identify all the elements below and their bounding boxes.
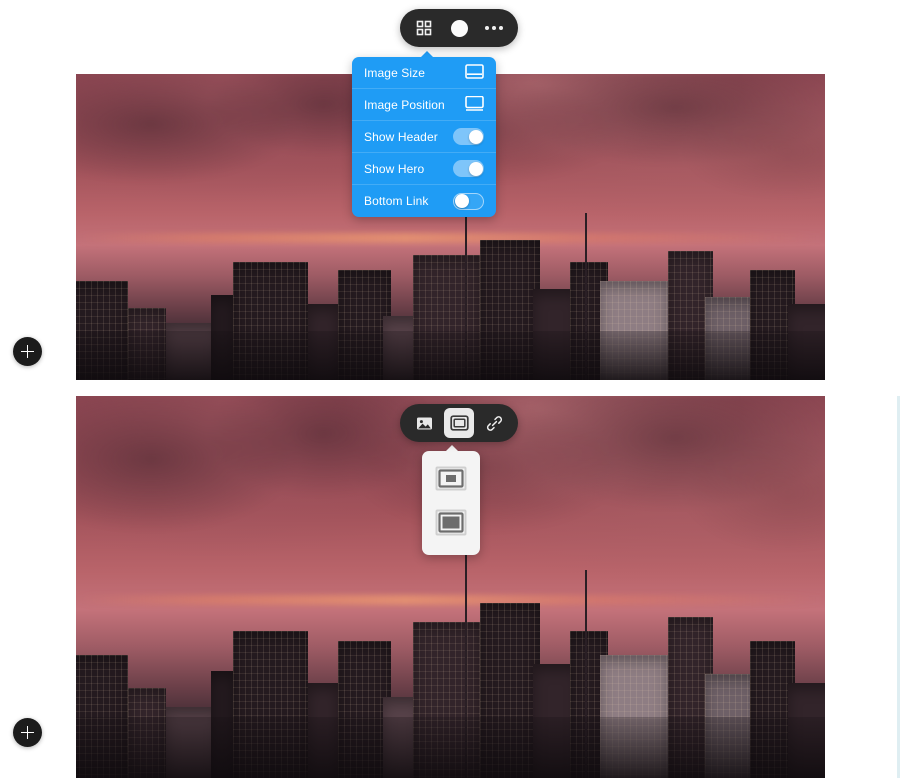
menu-item-show-header[interactable]: Show Header (352, 121, 496, 153)
foreground-shadow (76, 716, 825, 778)
more-icon (485, 26, 503, 30)
image-position-icon[interactable] (465, 95, 484, 114)
add-section-button-bottom[interactable] (13, 718, 42, 747)
image-size-icon[interactable] (465, 63, 484, 82)
more-icon-button[interactable] (479, 13, 509, 43)
menu-item-label: Image Size (364, 65, 426, 80)
builder-canvas: Image Size Image Position Show Header Sh… (0, 0, 900, 778)
menu-item-label: Bottom Link (364, 194, 429, 208)
grid-icon-button[interactable] (409, 13, 439, 43)
image-size-icon-button[interactable] (444, 408, 474, 438)
picture-icon (416, 416, 433, 431)
section-settings-menu[interactable]: Image Size Image Position Show Header Sh… (352, 51, 496, 217)
menu-item-label: Show Hero (364, 161, 425, 176)
size-small-icon (435, 466, 467, 496)
foreground-shadow (76, 331, 825, 380)
link-icon (486, 415, 503, 432)
picture-icon-button[interactable] (409, 408, 439, 438)
section-toolbar-top[interactable] (400, 9, 518, 47)
menu-item-label: Image Position (364, 97, 445, 112)
grid-icon (416, 20, 432, 36)
image-size-popover[interactable] (422, 445, 480, 555)
menu-item-image-position[interactable]: Image Position (352, 89, 496, 121)
circle-icon (450, 19, 468, 37)
size-large-option[interactable] (431, 508, 471, 542)
menu-item-show-hero[interactable]: Show Hero (352, 153, 496, 185)
show-hero-toggle[interactable] (453, 160, 484, 177)
add-section-button-top[interactable] (13, 337, 42, 366)
circle-icon-button[interactable] (444, 13, 474, 43)
menu-item-bottom-link[interactable]: Bottom Link (352, 185, 496, 217)
size-small-option[interactable] (431, 464, 471, 498)
image-toolbar-bottom[interactable] (400, 404, 518, 442)
link-icon-button[interactable] (479, 408, 509, 438)
show-header-toggle[interactable] (453, 128, 484, 145)
image-size-icon (449, 415, 469, 431)
size-large-icon (435, 509, 467, 541)
menu-item-label: Show Header (364, 129, 438, 144)
menu-item-image-size[interactable]: Image Size (352, 57, 496, 89)
bottom-link-toggle[interactable] (453, 192, 484, 210)
